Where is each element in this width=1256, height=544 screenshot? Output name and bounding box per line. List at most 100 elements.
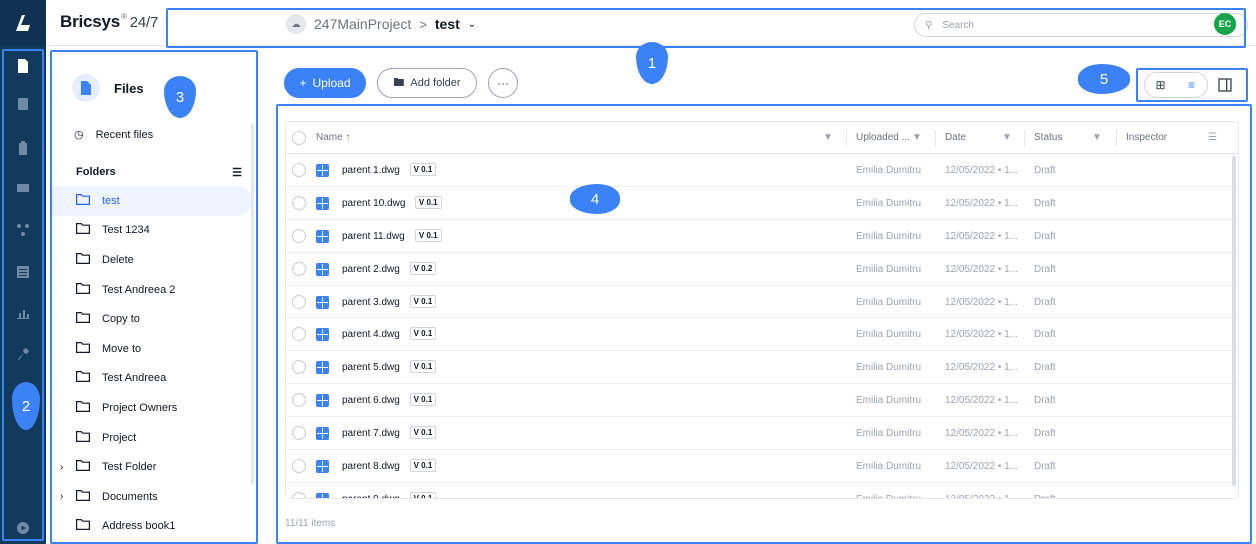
- breadcrumb-current[interactable]: test: [435, 16, 460, 32]
- row-checkbox[interactable]: [292, 261, 306, 276]
- table-row[interactable]: parent 8.dwg V 0.1 Emilia Dumitru 12/05/202…: [286, 450, 1238, 483]
- recent-files-link[interactable]: ◷ Recent files: [74, 128, 153, 142]
- sidebar-folder-item[interactable]: Project: [52, 423, 252, 453]
- sidebar-folder-item[interactable]: Delete: [52, 245, 252, 275]
- row-checkbox[interactable]: [292, 426, 306, 441]
- search-input[interactable]: ⚲ Search ☰: [914, 13, 1248, 37]
- file-name[interactable]: parent 5.dwg: [342, 362, 400, 373]
- file-name[interactable]: parent 9.dwg: [342, 494, 400, 498]
- workflow-nav-icon[interactable]: [0, 210, 46, 250]
- sidebar-folder-item[interactable]: Test 1234: [52, 216, 252, 246]
- reports-nav-icon[interactable]: [0, 292, 46, 332]
- table-row[interactable]: parent 2.dwg V 0.2 Emilia Dumitru 12/05/202…: [286, 253, 1238, 286]
- version-badge: V 0.1: [409, 294, 437, 308]
- upload-button[interactable]: + Upload: [284, 68, 366, 98]
- table-row[interactable]: parent 1.dwg V 0.1 Emilia Dumitru 12/05/202…: [286, 154, 1238, 187]
- folder-filter-icon[interactable]: ☰: [232, 166, 242, 179]
- file-name[interactable]: parent 10.dwg: [342, 198, 405, 209]
- uploaded-by: Emilia Dumitru: [856, 230, 922, 242]
- upload-date: 12/05/2022 • 1...: [945, 395, 1019, 407]
- add-folder-button[interactable]: 🖿 Add folder: [377, 68, 477, 98]
- sidebar-folder-item[interactable]: › Test Folder: [52, 452, 252, 482]
- add-folder-label: Add folder: [410, 77, 461, 89]
- sidebar-folder-item[interactable]: Address book1: [52, 512, 252, 542]
- file-name[interactable]: parent 2.dwg: [342, 264, 400, 275]
- search-placeholder: Search: [942, 19, 975, 31]
- date-filter-icon[interactable]: ▼: [1002, 132, 1012, 143]
- row-checkbox[interactable]: [292, 228, 306, 243]
- row-checkbox[interactable]: [292, 195, 306, 210]
- file-name[interactable]: parent 11.dwg: [342, 231, 405, 242]
- col-uploaded[interactable]: Uploaded ...: [856, 132, 910, 143]
- table-row[interactable]: parent 7.dwg V 0.1 Emilia Dumitru 12/05/202…: [286, 417, 1238, 451]
- table-row[interactable]: parent 6.dwg V 0.1 Emilia Dumitru 12/05/202…: [286, 384, 1238, 418]
- sidebar-folder-item[interactable]: Project Owners: [52, 393, 252, 423]
- table-row[interactable]: parent 9.dwg V 0.1 Emilia Dumitru 12/05/202…: [286, 483, 1238, 498]
- file-name[interactable]: parent 8.dwg: [342, 461, 400, 472]
- sidebar-folder-item[interactable]: Test Andreea: [52, 364, 252, 394]
- row-checkbox[interactable]: [292, 327, 306, 342]
- details-panel-icon[interactable]: [1216, 76, 1234, 94]
- list-nav-icon[interactable]: [0, 252, 46, 292]
- status-text: Draft: [1034, 461, 1056, 473]
- avatar[interactable]: EC: [1214, 13, 1236, 35]
- table-row[interactable]: parent 10.dwg V 0.1 Emilia Dumitru 12/05/20…: [286, 187, 1238, 220]
- row-checkbox[interactable]: [292, 294, 306, 309]
- chevron-right-icon[interactable]: ›: [60, 491, 63, 502]
- files-nav-icon[interactable]: [0, 46, 46, 86]
- sidebar-folder-item[interactable]: Move to: [52, 334, 252, 364]
- table-scrollbar[interactable]: [1232, 156, 1236, 486]
- dwg-file-icon: [316, 460, 329, 474]
- row-checkbox[interactable]: [292, 360, 306, 375]
- col-name[interactable]: Name ↑: [316, 132, 350, 143]
- sidebar-folder-item[interactable]: Test Andreea 2: [52, 275, 252, 305]
- chevron-right-icon[interactable]: ›: [60, 462, 63, 473]
- folder-icon: [76, 193, 90, 208]
- uploaded-filter-icon[interactable]: ▼: [912, 132, 922, 143]
- bricsys-logo-icon[interactable]: [0, 0, 46, 46]
- row-checkbox[interactable]: [292, 491, 306, 498]
- row-checkbox[interactable]: [292, 163, 306, 177]
- select-all-checkbox[interactable]: [292, 131, 306, 145]
- folder-label: Delete: [102, 253, 134, 266]
- upload-date: 12/05/2022 • 1...: [945, 230, 1019, 242]
- status-filter-icon[interactable]: ▼: [1092, 132, 1102, 143]
- table-row[interactable]: parent 4.dwg V 0.1 Emilia Dumitru 12/05/202…: [286, 318, 1238, 352]
- folder-icon: [76, 223, 90, 237]
- chevron-down-icon[interactable]: ⌄: [468, 19, 476, 30]
- sidebar-folder-item[interactable]: test: [52, 186, 252, 216]
- contacts-nav-icon[interactable]: [0, 84, 46, 124]
- file-name[interactable]: parent 3.dwg: [342, 297, 400, 308]
- col-date[interactable]: Date: [945, 132, 966, 143]
- status-text: Draft: [1034, 494, 1056, 498]
- table-row[interactable]: parent 11.dwg V 0.1 Emilia Dumitru 12/05/20…: [286, 220, 1238, 253]
- mail-nav-icon[interactable]: [0, 168, 46, 208]
- col-status[interactable]: Status: [1034, 132, 1062, 143]
- folders-header: Folders ☰: [76, 166, 242, 179]
- file-name[interactable]: parent 7.dwg: [342, 428, 400, 439]
- more-options-button[interactable]: ···: [488, 68, 518, 98]
- row-checkbox[interactable]: [292, 393, 306, 408]
- sidebar-folder-item[interactable]: Copy to: [52, 304, 252, 334]
- tools-nav-icon[interactable]: [0, 334, 46, 374]
- version-badge: V 0.1: [414, 228, 442, 242]
- file-name[interactable]: parent 6.dwg: [342, 395, 400, 406]
- upload-date: 12/05/2022 • 1...: [945, 197, 1019, 209]
- col-inspector[interactable]: Inspector: [1126, 132, 1167, 143]
- table-row[interactable]: parent 5.dwg V 0.1 Emilia Dumitru 12/05/202…: [286, 351, 1238, 385]
- file-name[interactable]: parent 1.dwg: [342, 165, 400, 176]
- list-view-icon[interactable]: ≡: [1176, 73, 1207, 97]
- breadcrumb-project[interactable]: 247MainProject: [314, 16, 411, 32]
- play-nav-icon[interactable]: [0, 508, 46, 544]
- clipboard-nav-icon[interactable]: [0, 128, 46, 168]
- grid-view-icon[interactable]: ⊞: [1145, 73, 1176, 97]
- upload-date: 12/05/2022 • 1...: [945, 263, 1019, 275]
- name-filter-icon[interactable]: ▼: [823, 132, 833, 143]
- row-checkbox[interactable]: [292, 459, 306, 474]
- file-name[interactable]: parent 4.dwg: [342, 329, 400, 340]
- status-text: Draft: [1034, 165, 1056, 176]
- sidebar-folder-item[interactable]: › Documents: [52, 482, 252, 512]
- column-settings-icon[interactable]: ☰: [1208, 132, 1217, 143]
- table-row[interactable]: parent 3.dwg V 0.1 Emilia Dumitru 12/05/202…: [286, 286, 1238, 319]
- sidebar-scrollbar[interactable]: [251, 124, 254, 484]
